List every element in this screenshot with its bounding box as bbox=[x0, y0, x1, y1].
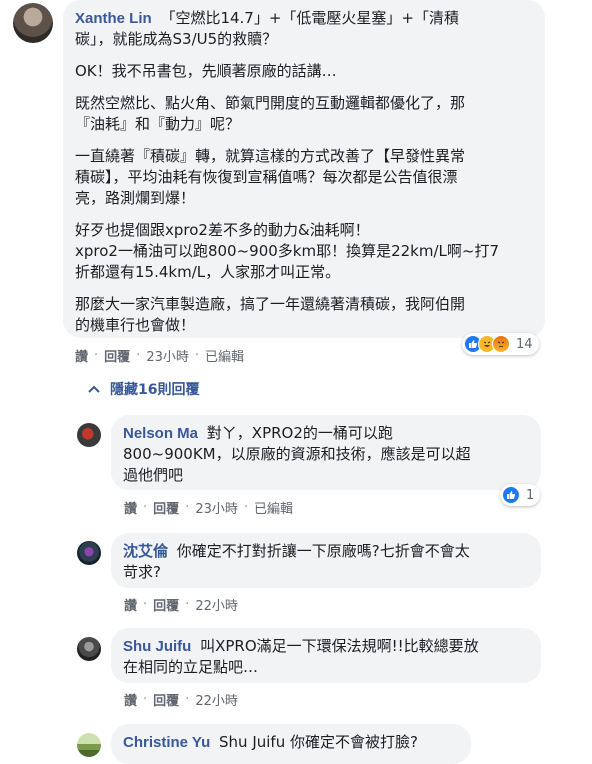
comment-text-line: 一直繞著『積碳』轉，就算這樣的方式改善了【早發性異常 bbox=[75, 147, 466, 165]
comment-text-line: 那麼大一家汽車製造廠，搞了一年還繞著清積碳，我阿伯開 bbox=[75, 295, 466, 313]
separator-dot: · bbox=[143, 597, 148, 612]
comment-paragraph: 好歹也提個跟xpro2差不多的動力&油耗啊！ xpro2一桶油可以跑800~90… bbox=[75, 220, 533, 283]
reply-author-name[interactable]: Shu Juifu bbox=[123, 638, 191, 655]
reply-author-name[interactable]: 沈艾倫 bbox=[123, 543, 168, 560]
reply-text-line: 苛求? bbox=[123, 563, 161, 581]
hide-replies-label: 隱藏16則回覆 bbox=[110, 382, 200, 398]
comment-paragraph: 一直繞著『積碳』轉，就算這樣的方式改善了【早發性異常 積碳】，平均油耗有恢復到宣… bbox=[75, 146, 533, 209]
edited-label[interactable]: 已編輯 bbox=[205, 346, 244, 365]
reply-author-name[interactable]: Christine Yu bbox=[123, 734, 210, 751]
comment-text-line: 亮，路測爛到爆！ bbox=[75, 189, 196, 207]
reaction-summary-main[interactable]: 14 bbox=[462, 333, 539, 355]
reaction-count: 14 bbox=[516, 336, 533, 352]
avatar-shu-juifu[interactable] bbox=[77, 637, 101, 661]
comment-timestamp[interactable]: 23小時 bbox=[146, 346, 189, 365]
reply-timestamp[interactable]: 23小時 bbox=[195, 498, 238, 517]
hide-replies-toggle[interactable]: 隱藏16則回覆 bbox=[88, 379, 199, 399]
reply-author-name[interactable]: Nelson Ma bbox=[123, 425, 198, 442]
separator-dot: · bbox=[194, 348, 199, 363]
reply-text-line: 800~900KM，以原廠的資源和技術，應該是可以超 bbox=[123, 445, 471, 463]
reply-text-line: 對ㄚ，XPRO2的一桶可以跑 bbox=[206, 424, 393, 442]
comment-first-paragraph: Xanthe Lin 「空燃比14.7」+「低電壓火星塞」+「清積 碳」，就能成… bbox=[75, 8, 533, 50]
reply-button[interactable]: 回覆 bbox=[104, 346, 130, 365]
reply-bubble: 沈艾倫 你確定不打對折讓一下原廠嗎?七折會不會太 苛求? bbox=[111, 533, 541, 588]
angry-reaction-icon bbox=[492, 335, 510, 353]
avatar-shen-ai-lun[interactable] bbox=[77, 541, 101, 565]
like-button[interactable]: 讚 bbox=[124, 690, 137, 709]
avatar-nelson-ma[interactable] bbox=[77, 423, 101, 447]
like-button[interactable]: 讚 bbox=[124, 595, 137, 614]
reply-button[interactable]: 回覆 bbox=[153, 498, 179, 517]
reply-text-line: Shu Juifu 你確定不會被打臉? bbox=[219, 733, 418, 751]
separator-dot: · bbox=[94, 348, 99, 363]
separator-dot: · bbox=[185, 597, 190, 612]
comment-text-line: 既然空燃比、點火角、節氣門開度的互動邏輯都優化了，那 bbox=[75, 94, 466, 112]
reply-text-line: 過他們吧 bbox=[123, 466, 184, 484]
comment-actions-main: 讚 · 回覆 · 23小時 · 已編輯 bbox=[75, 346, 244, 365]
reply-text-line: 你確定不打對折讓一下原廠嗎?七折會不會太 bbox=[176, 542, 470, 560]
comment-author-name[interactable]: Xanthe Lin bbox=[75, 10, 152, 27]
separator-dot: · bbox=[136, 348, 141, 363]
comment-bubble-main: Xanthe Lin 「空燃比14.7」+「低電壓火星塞」+「清積 碳」，就能成… bbox=[63, 0, 545, 338]
comment-text-line: 好歹也提個跟xpro2差不多的動力&油耗啊！ bbox=[75, 221, 370, 239]
avatar-christine-yu[interactable] bbox=[77, 733, 101, 757]
chevron-up-icon bbox=[88, 381, 100, 397]
separator-dot: · bbox=[143, 500, 148, 515]
reply-actions: 讚 · 回覆 · 22小時 bbox=[124, 595, 238, 614]
separator-dot: · bbox=[185, 692, 190, 707]
reply-text-line: 叫XPRO滿足一下環保法規啊!!比較總要放 bbox=[200, 637, 479, 655]
comment-text-line: 『油耗』和『動力』呢？ bbox=[75, 115, 241, 133]
comment-text-line: 「空燃比14.7」+「低電壓火星塞」+「清積 bbox=[160, 9, 459, 27]
like-reaction-icon bbox=[502, 486, 520, 504]
comment-text-line: xpro2一桶油可以跑800~900多km耶！換算是22km/L啊~打7 bbox=[75, 242, 499, 260]
reply-timestamp[interactable]: 22小時 bbox=[195, 690, 238, 709]
reply-actions: 讚 · 回覆 · 23小時 · 已編輯 bbox=[124, 498, 293, 517]
reaction-summary-reply[interactable]: 1 bbox=[500, 484, 541, 506]
comment-paragraph: 那麼大一家汽車製造廠，搞了一年還繞著清積碳，我阿伯開 的機車行也會做！ bbox=[75, 294, 533, 336]
separator-dot: · bbox=[143, 692, 148, 707]
comment-text-line: 折都還有15.4km/L，人家那才叫正常。 bbox=[75, 263, 341, 281]
separator-dot: · bbox=[185, 500, 190, 515]
reply-button[interactable]: 回覆 bbox=[153, 690, 179, 709]
edited-label[interactable]: 已編輯 bbox=[254, 498, 293, 517]
reply-bubble: Shu Juifu 叫XPRO滿足一下環保法規啊!!比較總要放 在相同的立足點吧… bbox=[111, 628, 541, 683]
comment-text-line: OK！我不吊書包，先順著原廠的話講… bbox=[75, 62, 337, 80]
comment-text-line: 碳」，就能成為S3/U5的救贖？ bbox=[75, 30, 278, 48]
like-button[interactable]: 讚 bbox=[124, 498, 137, 517]
comment-paragraph: 既然空燃比、點火角、節氣門開度的互動邏輯都優化了，那 『油耗』和『動力』呢？ bbox=[75, 93, 533, 135]
like-button[interactable]: 讚 bbox=[75, 346, 88, 365]
comment-text-line: 積碳】，平均油耗有恢復到宣稱值嗎？每次都是公告值很漂 bbox=[75, 168, 458, 186]
reply-bubble: Nelson Ma 對ㄚ，XPRO2的一桶可以跑 800~900KM，以原廠的資… bbox=[111, 415, 541, 490]
comment-paragraph: OK！我不吊書包，先順著原廠的話講… bbox=[75, 61, 533, 82]
reply-text-line: 在相同的立足點吧… bbox=[123, 658, 259, 676]
reply-bubble: Christine Yu Shu Juifu 你確定不會被打臉? bbox=[111, 724, 471, 764]
reply-button[interactable]: 回覆 bbox=[153, 595, 179, 614]
reply-timestamp[interactable]: 22小時 bbox=[195, 595, 238, 614]
comment-text-line: 的機車行也會做！ bbox=[75, 316, 196, 334]
reaction-count: 1 bbox=[526, 487, 535, 503]
reply-actions: 讚 · 回覆 · 22小時 bbox=[124, 690, 238, 709]
avatar-xanthe-lin[interactable] bbox=[13, 3, 53, 43]
separator-dot: · bbox=[243, 500, 248, 515]
